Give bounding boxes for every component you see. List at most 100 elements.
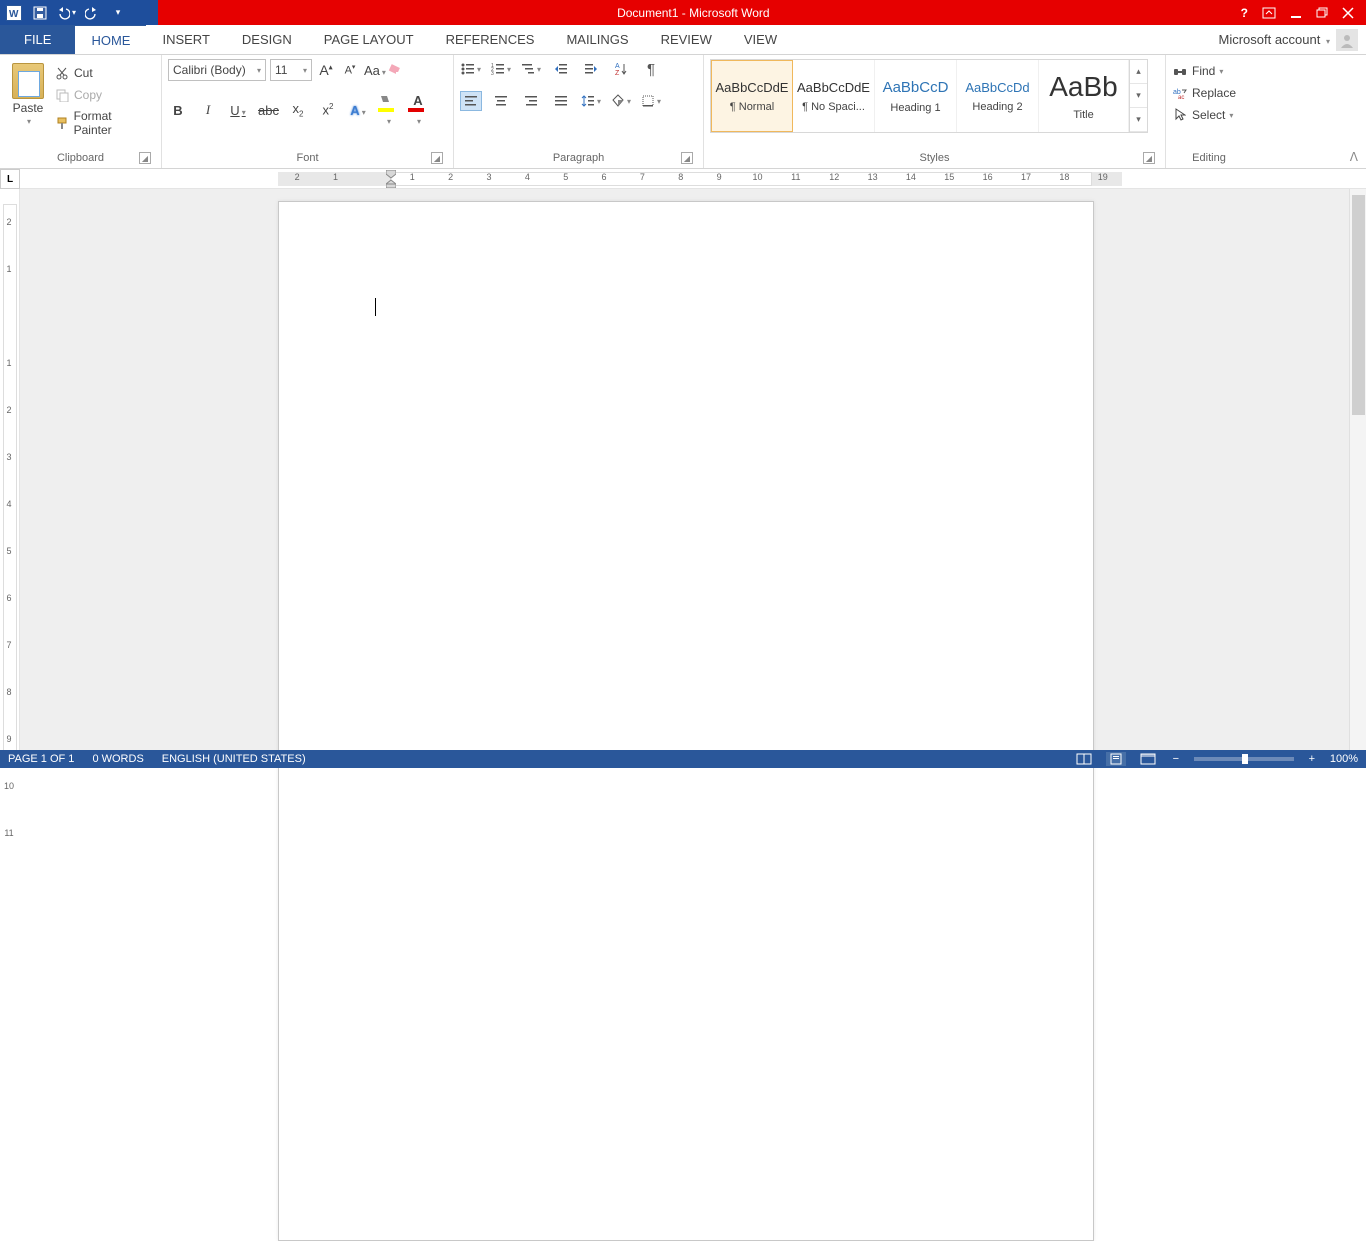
close-button[interactable] xyxy=(1342,7,1354,19)
zoom-in-button[interactable]: + xyxy=(1306,753,1318,765)
superscript-button[interactable]: x2 xyxy=(318,102,338,117)
tab-review[interactable]: REVIEW xyxy=(645,25,728,54)
save-button[interactable] xyxy=(30,3,50,23)
style-heading1[interactable]: AaBbCcDHeading 1 xyxy=(875,60,957,132)
align-left-button[interactable] xyxy=(460,91,482,111)
redo-button[interactable] xyxy=(82,3,102,23)
ruler-vertical[interactable]: 211234567891011 xyxy=(0,189,20,750)
group-label-font: Font xyxy=(296,152,318,164)
tab-file[interactable]: FILE xyxy=(0,25,75,54)
style-no-spacing[interactable]: AaBbCcDdE¶ No Spaci... xyxy=(793,60,875,132)
group-label-styles: Styles xyxy=(920,152,950,164)
bullets-button[interactable]: ▾ xyxy=(460,59,482,79)
minimize-button[interactable] xyxy=(1290,7,1302,19)
zoom-slider[interactable] xyxy=(1194,757,1294,761)
qat-customize[interactable]: ▾ xyxy=(108,3,128,23)
paragraph-launcher[interactable]: ◢ xyxy=(681,152,693,164)
numbering-button[interactable]: 123▾ xyxy=(490,59,512,79)
align-center-button[interactable] xyxy=(490,91,512,111)
paste-button[interactable]: Paste ▾ xyxy=(6,59,50,130)
binoculars-icon xyxy=(1172,63,1188,79)
show-marks-button[interactable]: ¶ xyxy=(640,59,662,79)
text-effects-button[interactable]: A▾ xyxy=(348,103,368,118)
tab-design[interactable]: DESIGN xyxy=(226,25,308,54)
status-language[interactable]: ENGLISH (UNITED STATES) xyxy=(162,753,306,765)
line-spacing-button[interactable]: ▾ xyxy=(580,91,602,111)
replace-button[interactable]: abacReplace xyxy=(1172,85,1236,101)
subscript-button[interactable]: x2 xyxy=(288,101,308,119)
copy-icon xyxy=(54,87,70,103)
change-case-button[interactable]: Aa▾ xyxy=(364,63,384,78)
read-mode-button[interactable] xyxy=(1074,752,1094,766)
format-painter-button[interactable]: Format Painter xyxy=(54,109,151,137)
tab-mailings[interactable]: MAILINGS xyxy=(550,25,644,54)
style-normal[interactable]: AaBbCcDdE¶ Normal xyxy=(711,60,793,132)
scrollbar-thumb[interactable] xyxy=(1352,195,1365,415)
style-heading2[interactable]: AaBbCcDdHeading 2 xyxy=(957,60,1039,132)
group-clipboard: Paste ▾ Cut Copy Format Painter Clipboar… xyxy=(0,55,162,168)
document-page[interactable] xyxy=(278,201,1094,1241)
shrink-font-button[interactable]: A▾ xyxy=(340,63,360,77)
indent-marker[interactable] xyxy=(386,170,396,188)
ruler-horizontal[interactable]: 2112345678910111213141516171819 xyxy=(20,169,1366,189)
align-right-button[interactable] xyxy=(520,91,542,111)
avatar-icon[interactable] xyxy=(1336,29,1358,51)
account-menu[interactable]: Microsoft account ▾ xyxy=(1218,32,1330,47)
web-layout-button[interactable] xyxy=(1138,752,1158,766)
gallery-scroll: ▴ ▾ ▾ xyxy=(1129,60,1147,132)
zoom-level[interactable]: 100% xyxy=(1330,753,1358,765)
select-button[interactable]: Select▾ xyxy=(1172,107,1236,123)
help-button[interactable]: ? xyxy=(1241,6,1248,20)
quick-access-toolbar: W ▾ ▾ xyxy=(0,0,158,25)
find-button[interactable]: Find▾ xyxy=(1172,63,1236,79)
zoom-slider-thumb[interactable] xyxy=(1242,754,1248,764)
ribbon-display-button[interactable] xyxy=(1262,7,1276,19)
undo-button[interactable]: ▾ xyxy=(56,3,76,23)
bold-button[interactable]: B xyxy=(168,103,188,118)
status-page[interactable]: PAGE 1 OF 1 xyxy=(8,753,74,765)
multilevel-button[interactable]: ▾ xyxy=(520,59,542,79)
gallery-down[interactable]: ▾ xyxy=(1130,84,1147,108)
zoom-out-button[interactable]: − xyxy=(1170,753,1182,765)
clipboard-launcher[interactable]: ◢ xyxy=(139,152,151,164)
print-layout-button[interactable] xyxy=(1106,752,1126,766)
grow-font-button[interactable]: A▴ xyxy=(316,62,336,78)
gallery-more[interactable]: ▾ xyxy=(1130,108,1147,132)
font-name-combo[interactable]: Calibri (Body)▾ xyxy=(168,59,266,81)
cursor-icon xyxy=(1172,107,1188,123)
window-controls: ? xyxy=(1229,6,1366,20)
borders-button[interactable]: ▾ xyxy=(640,91,662,111)
tab-selector[interactable]: L xyxy=(0,169,20,189)
font-color-button[interactable]: A▾ xyxy=(408,93,428,127)
scrollbar-vertical[interactable] xyxy=(1349,189,1366,750)
font-size-combo[interactable]: 11▾ xyxy=(270,59,312,81)
strikethrough-button[interactable]: abc xyxy=(258,103,278,118)
copy-button[interactable]: Copy xyxy=(54,87,151,103)
tab-page-layout[interactable]: PAGE LAYOUT xyxy=(308,25,430,54)
clear-formatting-button[interactable] xyxy=(388,62,408,78)
justify-button[interactable] xyxy=(550,91,572,111)
cut-button[interactable]: Cut xyxy=(54,65,151,81)
italic-button[interactable]: I xyxy=(198,102,218,118)
svg-text:3: 3 xyxy=(491,71,494,75)
ribbon: Paste ▾ Cut Copy Format Painter Clipboar… xyxy=(0,55,1366,169)
gallery-up[interactable]: ▴ xyxy=(1130,60,1147,84)
collapse-ribbon[interactable]: ᐱ xyxy=(1350,150,1358,164)
highlight-button[interactable]: ▾ xyxy=(378,94,398,127)
tab-references[interactable]: REFERENCES xyxy=(430,25,551,54)
styles-launcher[interactable]: ◢ xyxy=(1143,152,1155,164)
sort-button[interactable]: AZ xyxy=(610,59,632,79)
restore-button[interactable] xyxy=(1316,7,1328,19)
svg-text:A: A xyxy=(615,63,620,70)
status-words[interactable]: 0 WORDS xyxy=(92,753,143,765)
tab-home[interactable]: HOME xyxy=(75,25,146,54)
tab-view[interactable]: VIEW xyxy=(728,25,793,54)
font-launcher[interactable]: ◢ xyxy=(431,152,443,164)
increase-indent-button[interactable] xyxy=(580,59,602,79)
decrease-indent-button[interactable] xyxy=(550,59,572,79)
underline-button[interactable]: U▾ xyxy=(228,103,248,118)
tab-insert[interactable]: INSERT xyxy=(146,25,225,54)
shading-button[interactable]: ▾ xyxy=(610,91,632,111)
svg-text:Z: Z xyxy=(615,70,620,76)
style-title[interactable]: AaBbTitle xyxy=(1039,60,1129,132)
